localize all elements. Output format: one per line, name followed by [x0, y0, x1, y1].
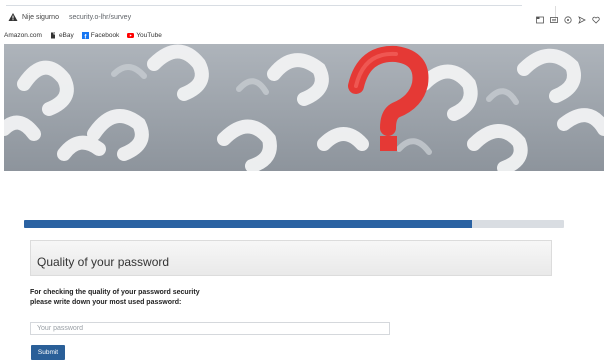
- youtube-icon: [127, 32, 135, 38]
- bookmark-youtube[interactable]: YouTube: [127, 32, 162, 39]
- address-info[interactable]: Nije sigurno security.o-lhr/survey: [8, 10, 131, 24]
- submit-button[interactable]: Submit: [31, 345, 65, 360]
- survey-progress-bar: [24, 220, 564, 228]
- send-icon[interactable]: [578, 11, 586, 24]
- warning-icon[interactable]: [8, 12, 18, 22]
- banner-illustration: [4, 44, 604, 171]
- extensions-icon[interactable]: [564, 11, 572, 24]
- bookmark-facebook[interactable]: f Facebook: [81, 31, 120, 39]
- browser-toolbar-icons: [536, 11, 600, 24]
- bookmark-ebay[interactable]: eBay: [50, 32, 74, 39]
- url-text[interactable]: security.o-lhr/survey: [69, 14, 131, 21]
- bookmark-label: eBay: [58, 31, 74, 39]
- bookmark-label: YouTube: [136, 31, 162, 39]
- favorite-icon[interactable]: [592, 11, 600, 24]
- question-marks-banner: [4, 44, 604, 171]
- security-label: Nije sigurno: [22, 13, 59, 21]
- password-input[interactable]: [30, 322, 390, 335]
- facebook-icon: f: [81, 31, 89, 39]
- bookmark-label: Amazon.com: [4, 31, 42, 39]
- bookmark-label: Facebook: [90, 31, 120, 39]
- address-bar-border: [6, 5, 522, 6]
- reader-icon[interactable]: [550, 11, 558, 23]
- ebay-icon: [50, 32, 56, 38]
- password-instruction: For checking the quality of your passwor…: [30, 289, 200, 306]
- bookmarks-bar: Amazon.com eBay f Facebook YouTube: [0, 28, 606, 42]
- bookmark-amazon[interactable]: Amazon.com: [4, 32, 42, 39]
- section-heading-box: Quality of your password: [30, 240, 552, 276]
- browser-address-bar: Nije sigurno security.o-lhr/survey: [0, 0, 606, 28]
- page-title: Quality of your password: [37, 255, 170, 269]
- tab-icon[interactable]: [536, 11, 544, 24]
- progress-fill: [24, 220, 473, 228]
